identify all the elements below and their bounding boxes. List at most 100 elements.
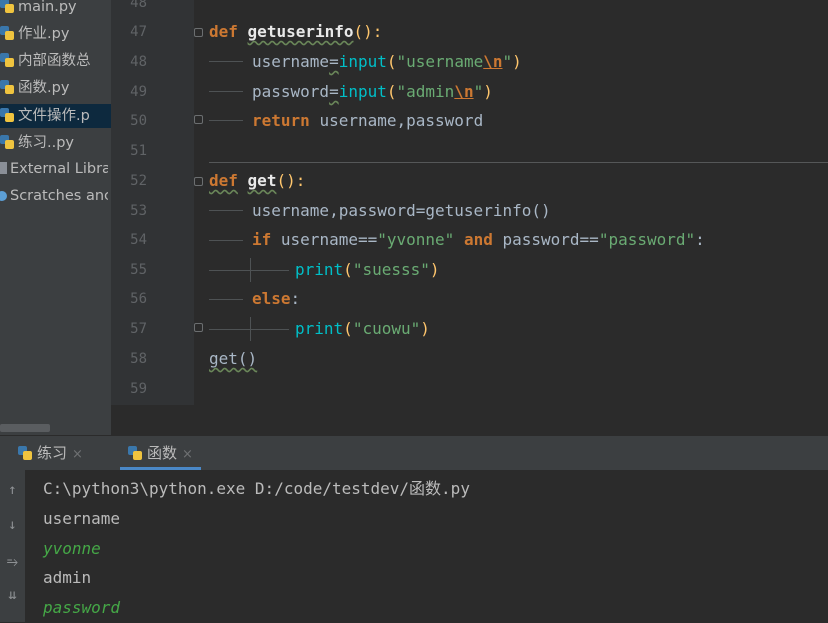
- line-number: 48: [130, 0, 147, 11]
- punctuation: (: [343, 319, 353, 338]
- tree-item-label: main.py: [18, 0, 77, 15]
- line-number-gutter: 48 47 48 49 50 51 52 53 54 55 56 57 58 5…: [111, 0, 194, 405]
- arrow-up-icon[interactable]: ↑: [0, 482, 25, 498]
- keyword: def: [209, 22, 238, 41]
- punctuation: ): [429, 260, 440, 279]
- line-number: 53: [130, 203, 147, 219]
- scroll-to-end-icon[interactable]: ⇊: [0, 587, 25, 603]
- python-file-icon: [0, 26, 14, 40]
- line-number: 54: [130, 232, 147, 248]
- python-file-icon: [18, 446, 32, 460]
- string-literal: ": [502, 52, 513, 71]
- indent-guide: [209, 210, 243, 211]
- escape-sequence: \n: [483, 52, 503, 71]
- function-name: get: [247, 171, 277, 190]
- run-tab-lianxi[interactable]: 练习 ×: [18, 436, 83, 470]
- line-number: 48: [130, 54, 147, 70]
- run-toolbar: ↑ ↓ ⥱ ⇊: [0, 470, 25, 622]
- fold-marker-icon[interactable]: [194, 28, 203, 37]
- punctuation: ): [483, 82, 493, 101]
- keyword: and: [463, 230, 493, 249]
- run-tab-hanshu[interactable]: 函数 ×: [120, 436, 201, 470]
- soft-wrap-icon[interactable]: ⥱: [0, 554, 25, 570]
- console-line-prompt: admin: [43, 568, 92, 587]
- operator: =: [329, 82, 339, 101]
- builtin-call: print: [295, 260, 344, 279]
- line-number: 47: [130, 24, 147, 40]
- code-line-48: username=input("username\n"): [252, 47, 522, 77]
- keyword: if: [252, 230, 272, 249]
- python-file-icon: [0, 53, 14, 67]
- console-line-prompt: username: [43, 509, 121, 528]
- escape-sequence: \n: [454, 82, 474, 101]
- tree-item-hanshu-py[interactable]: 函数.py: [0, 76, 111, 100]
- indent-guide: [209, 240, 243, 241]
- string-literal: "password": [598, 230, 696, 249]
- fold-marker-icon[interactable]: [194, 323, 203, 332]
- line-number: 51: [130, 143, 147, 159]
- code-line-49: password=input("admin\n"): [252, 77, 493, 107]
- arrow-down-icon[interactable]: ↓: [0, 517, 25, 533]
- close-icon[interactable]: ×: [182, 447, 193, 462]
- line-number: 52: [130, 173, 147, 189]
- builtin-call: print: [295, 319, 344, 338]
- indent-guide: [209, 329, 289, 330]
- code-line-50: return username,password: [252, 106, 483, 136]
- operator: =: [329, 52, 339, 71]
- punctuation: (: [386, 52, 397, 71]
- code-line-47: def getuserinfo():: [209, 17, 382, 47]
- string-literal: "cuowu": [352, 319, 421, 338]
- indent-guide: [250, 258, 251, 282]
- builtin-call: input: [338, 82, 387, 101]
- tree-item-scratches[interactable]: Scratches anc: [0, 184, 108, 208]
- tree-item-label: 函数.py: [18, 80, 70, 96]
- method-separator: [209, 162, 828, 163]
- tree-scrollbar-thumb[interactable]: [0, 424, 50, 432]
- editor-bottom-space: [111, 405, 828, 435]
- tree-item-label: 作业.py: [18, 26, 70, 42]
- tree-item-lianxi-py[interactable]: 练习..py: [0, 131, 111, 155]
- tree-item-external-libraries[interactable]: External Libra: [0, 157, 108, 181]
- builtin-call: input: [338, 52, 387, 71]
- console-line-command: C:\python3\python.exe D:/code/testdev/函数…: [43, 479, 470, 498]
- tree-item-label: 文件操作.p: [18, 108, 90, 124]
- comparison: password==: [502, 230, 599, 249]
- string-literal: "username: [396, 52, 484, 71]
- close-icon[interactable]: ×: [72, 447, 83, 462]
- comparison: username==: [280, 230, 378, 249]
- indent-guide: [209, 270, 289, 271]
- console-line-user-input: password: [43, 598, 121, 617]
- line-number: 49: [130, 84, 147, 100]
- python-file-icon: [0, 135, 14, 149]
- run-tab-bar: 练习 × 函数 ×: [0, 436, 828, 470]
- punctuation: ():: [276, 171, 306, 190]
- function-name: getuserinfo: [247, 22, 354, 41]
- punctuation: (: [386, 82, 397, 101]
- tree-item-main-py[interactable]: main.py: [0, 0, 111, 19]
- indent-guide: [209, 299, 243, 300]
- function-call: get(): [209, 349, 258, 368]
- return-values: username,password: [319, 111, 484, 130]
- punctuation: ): [512, 52, 522, 71]
- string-literal: "admin: [396, 82, 455, 101]
- tree-item-neibu-hanshu[interactable]: 内部函数总: [0, 49, 111, 73]
- variable: password: [252, 82, 330, 101]
- python-file-icon: [0, 80, 14, 94]
- fold-marker-icon[interactable]: [194, 177, 203, 186]
- indent-guide: [250, 317, 251, 341]
- tree-item-wenjian-caozuo[interactable]: 文件操作.p: [0, 104, 111, 128]
- tree-item-zuoye-py[interactable]: 作业.py: [0, 22, 111, 46]
- line-number: 50: [130, 113, 147, 129]
- assignment-statement: username,password=getuserinfo(): [252, 201, 551, 220]
- code-line-53: username,password=getuserinfo(): [252, 196, 551, 226]
- fold-marker-icon[interactable]: [194, 115, 203, 124]
- run-console-output[interactable]: C:\python3\python.exe D:/code/testdev/函数…: [25, 470, 828, 622]
- console-line-user-input: yvonne: [43, 539, 101, 558]
- line-number: 58: [130, 351, 147, 367]
- tab-label: 函数: [147, 444, 178, 462]
- code-line-54: if username=="yvonne" and password=="pas…: [252, 225, 705, 255]
- code-editor[interactable]: def getuserinfo(): username=input("usern…: [194, 0, 828, 405]
- code-line-55: print("suesss"): [295, 255, 440, 285]
- code-line-57: print("cuowu"): [295, 314, 430, 344]
- punctuation: :: [290, 289, 301, 308]
